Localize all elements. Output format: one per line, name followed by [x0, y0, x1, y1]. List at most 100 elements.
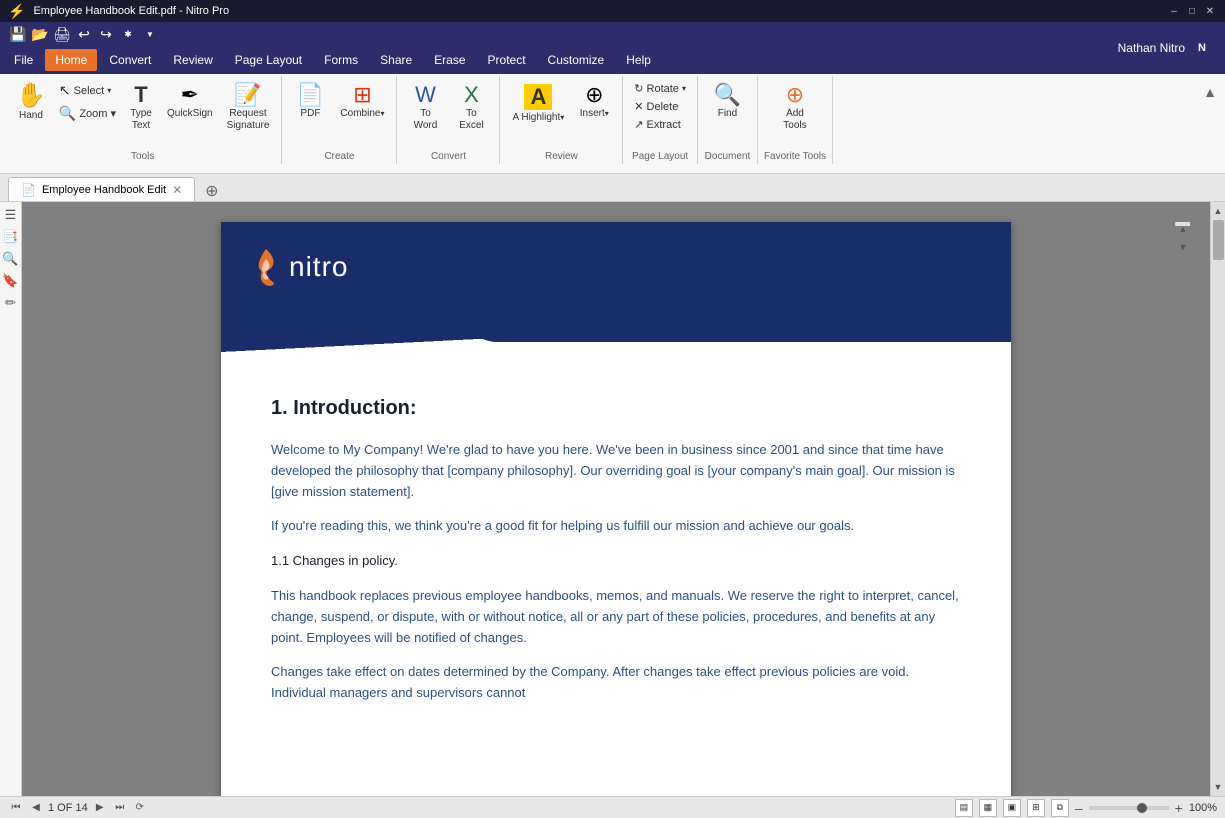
zoom-thumb	[1137, 803, 1147, 813]
qa-redo[interactable]: ↪	[96, 25, 116, 43]
highlight-button[interactable]: A A Highlight▾	[506, 80, 570, 128]
rotate-button[interactable]: ↻ Rotate ▾	[629, 80, 691, 97]
type-text-icon: T	[134, 84, 147, 106]
extract-icon: ↗	[634, 118, 643, 131]
section-title: 1. Introduction:	[271, 392, 961, 424]
menu-home[interactable]: Home	[45, 49, 97, 71]
quicksign-label: QuickSign	[167, 108, 213, 120]
scrollbar-up[interactable]: ▲	[1179, 224, 1188, 234]
qa-print[interactable]: 🖨	[52, 25, 72, 43]
scrollbar-thumb[interactable]	[1213, 220, 1224, 260]
to-word-button[interactable]: W ToWord	[403, 80, 447, 136]
nitro-flame-icon	[251, 247, 281, 287]
request-signature-label: RequestSignature	[227, 108, 270, 132]
menu-file[interactable]: File	[4, 49, 43, 71]
qa-undo[interactable]: ↩	[74, 25, 94, 43]
scrollbar-down-btn[interactable]: ▼	[1212, 780, 1225, 794]
delete-icon: ✕	[634, 100, 643, 113]
zoom-out-button[interactable]: –	[1075, 800, 1083, 816]
sidebar-comments-icon[interactable]: 🔖	[2, 272, 20, 290]
scrollbar-down[interactable]: ▼	[1179, 242, 1188, 252]
insert-icon: ⊕	[585, 84, 603, 106]
refresh-button[interactable]: ⟳	[132, 800, 148, 816]
minimize-button[interactable]: –	[1167, 4, 1181, 18]
ribbon-group-review: A A Highlight▾ ⊕ Insert▾ Review	[500, 76, 623, 164]
menu-erase[interactable]: Erase	[424, 49, 475, 71]
sidebar-pages-icon[interactable]: ☰	[2, 206, 20, 224]
qa-more[interactable]: ✱	[118, 25, 138, 43]
to-word-icon: W	[415, 84, 436, 106]
pdf-page: nitro 1. Introduction: Welcome to My Com…	[221, 222, 1011, 796]
delete-button[interactable]: ✕ Delete	[629, 98, 691, 115]
prev-page-button[interactable]: ◀	[28, 800, 44, 816]
convert-group-label: Convert	[431, 149, 466, 164]
menu-page-layout[interactable]: Page Layout	[225, 49, 312, 71]
menu-forms[interactable]: Forms	[314, 49, 368, 71]
type-text-button[interactable]: T TypeText	[123, 80, 159, 136]
document-area: ▲ ▼ nitro 1. Introduction:	[22, 202, 1210, 796]
last-page-button[interactable]: ⏭	[112, 800, 128, 816]
doc-tab-label: Employee Handbook Edit	[42, 184, 166, 196]
add-tools-button[interactable]: ⊕ AddTools	[773, 80, 817, 136]
first-page-button[interactable]: ⏮	[8, 800, 24, 816]
menu-customize[interactable]: Customize	[538, 49, 615, 71]
next-page-button[interactable]: ▶	[92, 800, 108, 816]
find-button[interactable]: 🔍 Find	[705, 80, 749, 124]
vertical-scrollbar[interactable]: ▲ ▼	[1210, 202, 1225, 796]
insert-button[interactable]: ⊕ Insert▾	[572, 80, 616, 124]
to-word-label: ToWord	[414, 108, 438, 132]
sidebar-search-icon[interactable]: 🔍	[2, 250, 20, 268]
quicksign-icon: ✒	[181, 84, 199, 106]
hand-tool-button[interactable]: ✋ Hand	[10, 80, 52, 126]
page-layout-group-label: Page Layout	[632, 149, 688, 164]
highlight-label: A Highlight▾	[512, 112, 564, 124]
view-continuous-button[interactable]: ▦	[979, 799, 997, 817]
zoom-button[interactable]: 🔍 Zoom ▾	[54, 103, 121, 124]
document-tab[interactable]: 📄 Employee Handbook Edit ✕	[8, 177, 195, 201]
select-label: Select	[74, 85, 105, 97]
view-single-button[interactable]: ▤	[955, 799, 973, 817]
view-grid-button[interactable]: ⊞	[1027, 799, 1045, 817]
ribbon-collapse-button[interactable]: ▲	[1199, 80, 1221, 104]
maximize-button[interactable]: □	[1185, 4, 1199, 18]
request-signature-icon: 📝	[234, 84, 261, 106]
qa-dropdown[interactable]: ▼	[140, 25, 160, 43]
find-icon: 🔍	[714, 84, 741, 106]
add-tools-label: AddTools	[783, 108, 806, 132]
tools-group-label: Tools	[131, 149, 154, 164]
scrollbar-up-btn[interactable]: ▲	[1212, 204, 1225, 218]
sidebar-signatures-icon[interactable]: ✏	[2, 294, 20, 312]
menu-protect[interactable]: Protect	[478, 49, 536, 71]
qa-open[interactable]: 📂	[30, 25, 50, 43]
main-layout: ☰ 📑 🔍 🔖 ✏ ▲ ▼ nitro	[0, 202, 1225, 796]
paragraph-2: If you're reading this, we think you're …	[271, 516, 961, 537]
select-dropdown-icon[interactable]: ▾	[107, 86, 111, 95]
select-button[interactable]: ↖ Select ▾	[54, 80, 121, 101]
extract-button[interactable]: ↗ Extract	[629, 116, 691, 133]
pdf-button[interactable]: 📄 PDF	[288, 80, 332, 124]
favorite-tools-group-label: Favorite Tools	[764, 149, 826, 164]
combine-button[interactable]: ⊞ Combine▾	[334, 80, 390, 124]
view-facing-button[interactable]: ▣	[1003, 799, 1021, 817]
menu-convert[interactable]: Convert	[99, 49, 161, 71]
menu-review[interactable]: Review	[163, 49, 222, 71]
rotate-dropdown-icon[interactable]: ▾	[682, 84, 686, 93]
zoom-slider[interactable]	[1089, 806, 1169, 810]
close-button[interactable]: ✕	[1203, 4, 1217, 18]
qa-save[interactable]: 💾	[8, 25, 28, 43]
type-text-label: TypeText	[130, 108, 152, 132]
new-tab-button[interactable]: ⊕	[201, 181, 222, 201]
sidebar-bookmarks-icon[interactable]: 📑	[2, 228, 20, 246]
status-bar: ⏮ ◀ 1 OF 14 ▶ ⏭ ⟳ ▤ ▦ ▣ ⊞ ⧉ – + 100%	[0, 796, 1225, 818]
zoom-in-button[interactable]: +	[1175, 800, 1183, 816]
doc-tab-close[interactable]: ✕	[172, 183, 182, 197]
to-excel-button[interactable]: X ToExcel	[449, 80, 493, 136]
menu-share[interactable]: Share	[370, 49, 422, 71]
ribbon-group-tools: ✋ Hand ↖ Select ▾ 🔍 Zoom ▾ T	[4, 76, 282, 164]
menu-help[interactable]: Help	[616, 49, 661, 71]
request-signature-button[interactable]: 📝 RequestSignature	[221, 80, 276, 136]
quicksign-button[interactable]: ✒ QuickSign	[161, 80, 219, 124]
status-right: ▤ ▦ ▣ ⊞ ⧉ – + 100%	[955, 799, 1217, 817]
view-fullscreen-button[interactable]: ⧉	[1051, 799, 1069, 817]
pdf-icon: 📄	[297, 84, 324, 106]
